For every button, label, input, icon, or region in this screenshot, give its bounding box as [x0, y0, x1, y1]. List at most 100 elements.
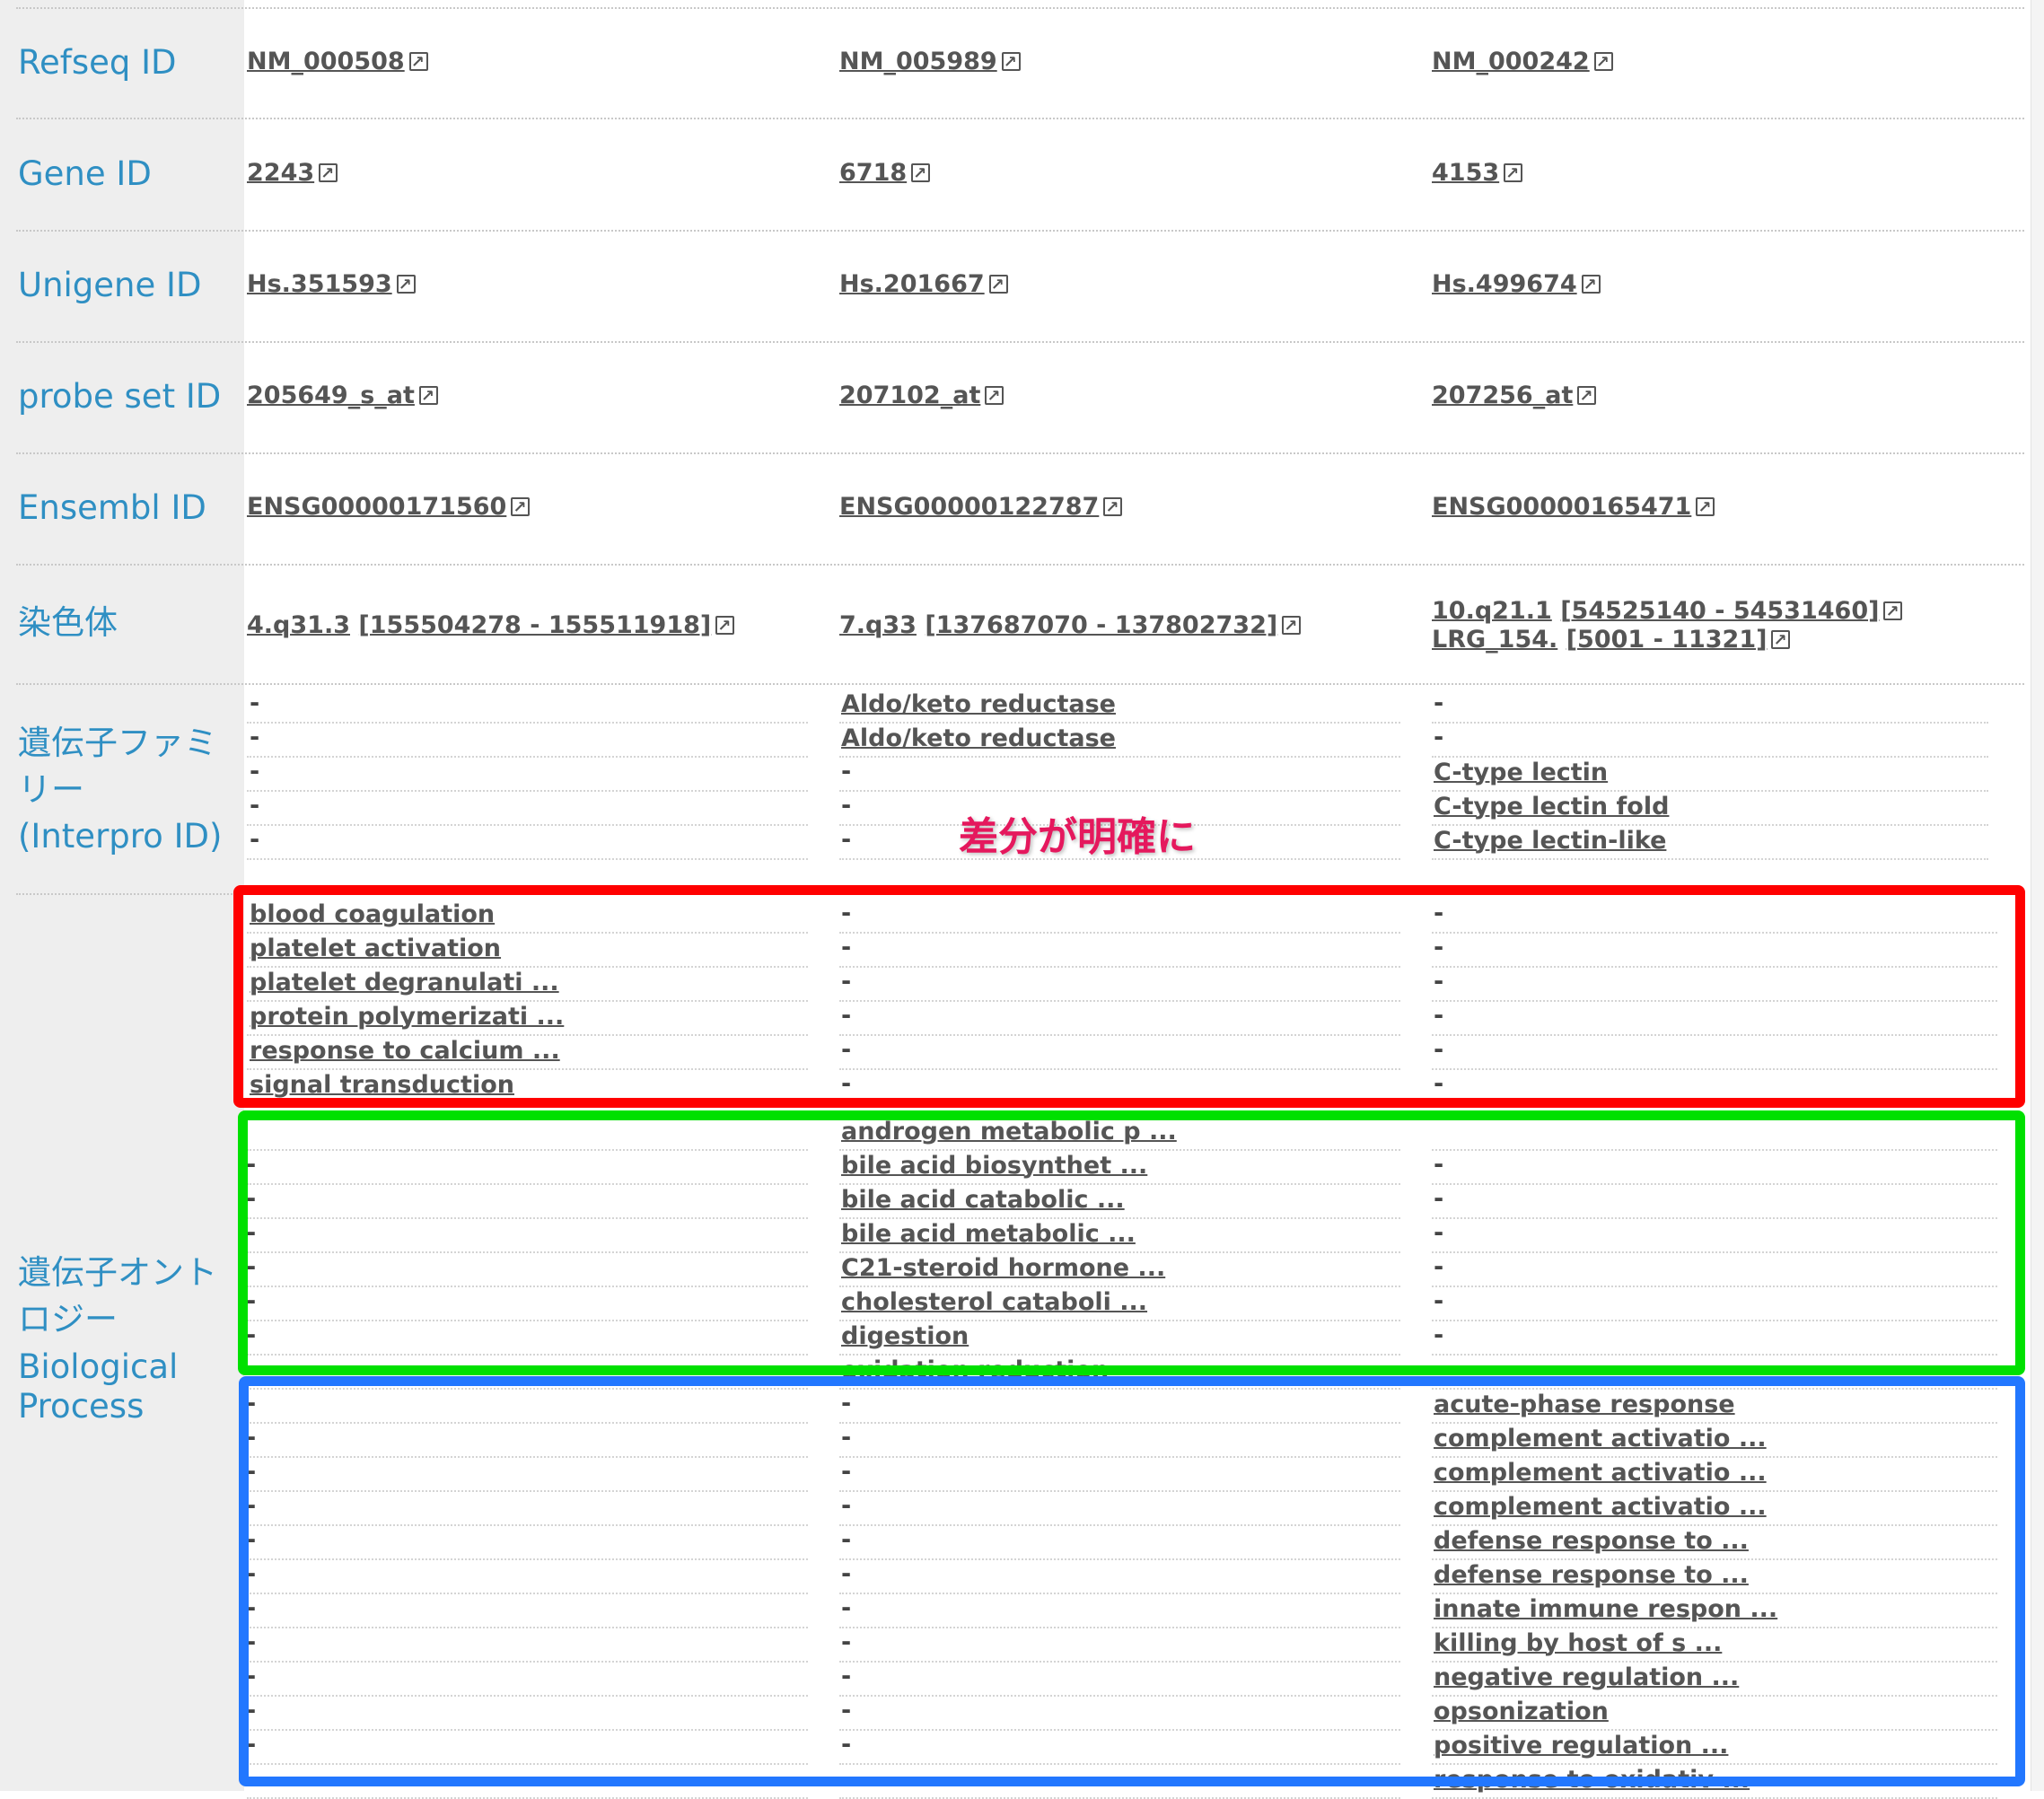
- external-link-icon[interactable]: [1593, 48, 1613, 78]
- external-link-icon[interactable]: [911, 159, 931, 189]
- unigene-cell-3[interactable]: Hs.499674: [1432, 269, 1601, 301]
- ensembl-link[interactable]: ENSG00000122787: [839, 493, 1099, 521]
- gene-id-link[interactable]: 6718: [839, 159, 907, 187]
- interpro-link-cell[interactable]: C-type lectin fold: [1434, 792, 1669, 822]
- probe-set-link[interactable]: 207256_at: [1432, 382, 1573, 409]
- interpro-link[interactable]: C-type lectin: [1434, 759, 1608, 786]
- chromosome-link[interactable]: 10.q21.1: [1432, 597, 1552, 625]
- external-link-icon[interactable]: [1103, 493, 1123, 523]
- probe-cell-1[interactable]: 205649_s_at: [247, 381, 438, 412]
- interpro-link-cell[interactable]: Aldo/keto reductase: [841, 689, 1116, 720]
- interpro-link-cell[interactable]: Aldo/keto reductase: [841, 724, 1116, 754]
- probe-cell-2[interactable]: 207102_at: [839, 381, 1004, 412]
- dash-placeholder: -: [250, 826, 260, 854]
- ensembl-link[interactable]: ENSG00000165471: [1432, 493, 1691, 521]
- unigene-cell-2[interactable]: Hs.201667: [839, 269, 1008, 301]
- row-divider: [16, 7, 2024, 9]
- chromosome-cell-2[interactable]: 7.q33 [137687070 - 137802732]: [839, 610, 1302, 642]
- external-link-icon[interactable]: [1577, 382, 1597, 412]
- lrg-link[interactable]: LRG_154.: [1432, 626, 1557, 654]
- blue-highlight-box: [239, 1376, 2025, 1786]
- sub-row-divider: [839, 722, 1400, 724]
- row-divider: [16, 564, 2024, 566]
- chromosome-link[interactable]: 4.q31.3: [247, 611, 350, 639]
- gene-id-link[interactable]: 2243: [247, 159, 314, 187]
- chromosome-cell-3b[interactable]: LRG_154. [5001 - 11321]: [1432, 625, 1791, 656]
- ensembl-link[interactable]: ENSG00000171560: [247, 493, 506, 521]
- row-divider: [16, 341, 2024, 343]
- unigene-link[interactable]: Hs.351593: [247, 270, 392, 298]
- refseq-link[interactable]: NM_005989: [839, 48, 997, 75]
- row-divider: [16, 452, 2024, 454]
- refseq-link[interactable]: NM_000242: [1432, 48, 1590, 75]
- external-link-icon[interactable]: [1771, 626, 1791, 656]
- refseq-label: Refseq ID: [18, 43, 177, 82]
- dash-placeholder: -: [841, 758, 852, 785]
- go-label-1: 遺伝子オント: [18, 1253, 217, 1292]
- gene-cell-1[interactable]: 2243: [247, 158, 338, 189]
- external-link-icon[interactable]: [1001, 48, 1021, 78]
- interpro-link[interactable]: C-type lectin-like: [1434, 827, 1666, 855]
- range-link[interactable]: [137687070 - 137802732]: [925, 611, 1277, 639]
- sub-row-divider: [247, 790, 808, 792]
- scrollbar[interactable]: [2031, 0, 2044, 1791]
- ensembl-cell-3[interactable]: ENSG00000165471: [1432, 492, 1715, 523]
- chromosome-cell-1[interactable]: 4.q31.3 [155504278 - 155511918]: [247, 610, 735, 642]
- external-link-icon[interactable]: [418, 382, 438, 412]
- sub-row-divider: [1432, 722, 1988, 724]
- external-link-icon[interactable]: [988, 270, 1008, 301]
- external-link-icon[interactable]: [1581, 270, 1601, 301]
- ensembl-cell-2[interactable]: ENSG00000122787: [839, 492, 1123, 523]
- unigene-link[interactable]: Hs.499674: [1432, 270, 1577, 298]
- probe-set-link[interactable]: 207102_at: [839, 382, 980, 409]
- interpro-link[interactable]: Aldo/keto reductase: [841, 690, 1116, 718]
- unigene-link[interactable]: Hs.201667: [839, 270, 985, 298]
- unigene-label: Unigene ID: [18, 266, 202, 304]
- refseq-cell-1[interactable]: NM_000508: [247, 47, 428, 78]
- interpro-link[interactable]: C-type lectin fold: [1434, 793, 1669, 821]
- range-link[interactable]: [54525140 - 54531460]: [1560, 597, 1879, 625]
- refseq-cell-2[interactable]: NM_005989: [839, 47, 1021, 78]
- sub-row-divider: [1432, 756, 1988, 758]
- sub-row-divider: [1432, 824, 1988, 826]
- range-link[interactable]: [155504278 - 155511918]: [358, 611, 711, 639]
- chromosome-link[interactable]: 7.q33: [839, 611, 917, 639]
- interpro-link[interactable]: Aldo/keto reductase: [841, 724, 1116, 752]
- sub-row-divider: [1432, 790, 1988, 792]
- gene-cell-3[interactable]: 4153: [1432, 158, 1523, 189]
- external-link-icon[interactable]: [511, 493, 531, 523]
- interpro-link-cell[interactable]: C-type lectin-like: [1434, 826, 1666, 856]
- interpro-link-cell[interactable]: C-type lectin: [1434, 758, 1608, 788]
- red-highlight-box: [233, 885, 2025, 1108]
- row-divider: [16, 230, 2024, 232]
- dash-placeholder: -: [1434, 724, 1444, 751]
- dash-placeholder: -: [1434, 689, 1444, 717]
- chromosome-cell-3a[interactable]: 10.q21.1 [54525140 - 54531460]: [1432, 596, 1903, 627]
- external-link-icon[interactable]: [1282, 611, 1302, 642]
- refseq-cell-3[interactable]: NM_000242: [1432, 47, 1613, 78]
- gene-id-link[interactable]: 4153: [1432, 159, 1499, 187]
- external-link-icon[interactable]: [319, 159, 338, 189]
- row-divider: [16, 683, 2024, 685]
- sub-row-divider: [247, 756, 808, 758]
- ensembl-label: Ensembl ID: [18, 488, 206, 527]
- dash-placeholder: -: [841, 826, 852, 854]
- external-link-icon[interactable]: [1696, 493, 1715, 523]
- external-link-icon[interactable]: [1883, 597, 1903, 627]
- external-link-icon[interactable]: [985, 382, 1004, 412]
- external-link-icon[interactable]: [715, 611, 735, 642]
- probe-cell-3[interactable]: 207256_at: [1432, 381, 1597, 412]
- sub-row-divider: [247, 824, 808, 826]
- range-link[interactable]: [5001 - 11321]: [1566, 626, 1768, 654]
- unigene-cell-1[interactable]: Hs.351593: [247, 269, 416, 301]
- external-link-icon[interactable]: [408, 48, 428, 78]
- probe-set-label: probe set ID: [18, 377, 222, 416]
- refseq-link[interactable]: NM_000508: [247, 48, 405, 75]
- external-link-icon[interactable]: [1504, 159, 1523, 189]
- probe-set-link[interactable]: 205649_s_at: [247, 382, 415, 409]
- ensembl-cell-1[interactable]: ENSG00000171560: [247, 492, 531, 523]
- sub-row-divider: [247, 858, 808, 860]
- dash-placeholder: -: [250, 758, 260, 785]
- external-link-icon[interactable]: [396, 270, 416, 301]
- gene-cell-2[interactable]: 6718: [839, 158, 931, 189]
